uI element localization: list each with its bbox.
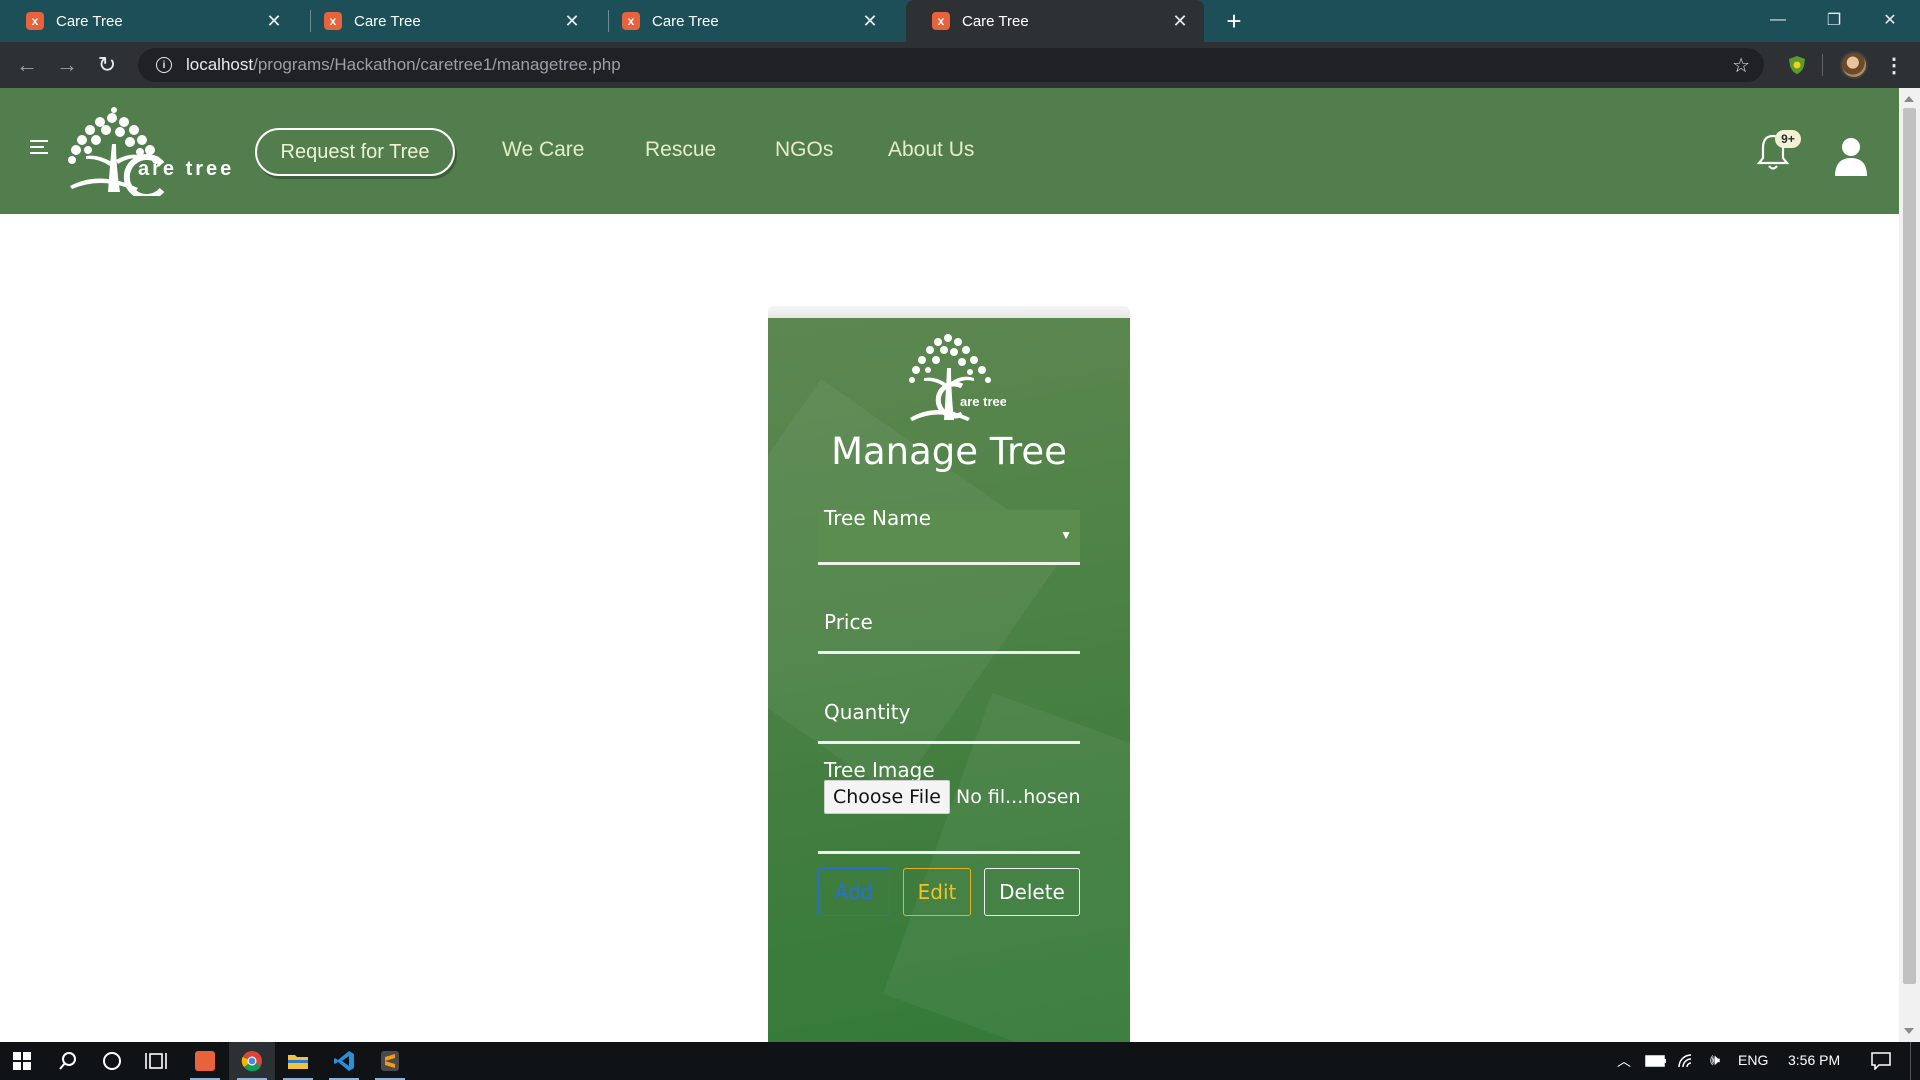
nav-link-ngos[interactable]: NGOs: [775, 138, 833, 162]
shield-extension-icon[interactable]: [1787, 55, 1807, 75]
bookmark-star-icon[interactable]: ☆: [1732, 53, 1750, 78]
forward-arrow-icon[interactable]: →: [52, 50, 82, 80]
browser-tab-4-active[interactable]: x Care Tree ✕: [906, 0, 1204, 42]
tab-close-icon[interactable]: ✕: [1170, 11, 1190, 31]
xampp-favicon-icon: x: [324, 12, 342, 30]
tray-expand-icon[interactable]: ︿: [1614, 1042, 1634, 1080]
window-close-icon[interactable]: ✕: [1862, 0, 1918, 40]
browser-tab-3[interactable]: x Care Tree ✕: [596, 0, 894, 42]
field-underline: [818, 851, 1080, 854]
care-tree-card-logo: are tree: [909, 334, 1006, 421]
site-navbar: are tree Request for Tree We Care Rescue…: [0, 88, 1899, 214]
add-button[interactable]: Add: [818, 868, 890, 916]
system-clock[interactable]: 3:56 PM: [1788, 1052, 1840, 1068]
tab-close-icon[interactable]: ✕: [562, 11, 582, 31]
input-language[interactable]: ENG: [1738, 1052, 1768, 1068]
scroll-up-icon[interactable]: [1904, 96, 1914, 102]
notification-badge: 9+: [1775, 130, 1801, 148]
field-underline: [818, 562, 1080, 565]
xampp-icon: [195, 1051, 215, 1071]
battery-icon[interactable]: [1644, 1042, 1668, 1080]
url-host: localhost: [186, 55, 254, 74]
windows-taskbar: ︿ 🕪 ENG 3:56 PM: [0, 1042, 1920, 1080]
tree-image-label: Tree Image: [824, 758, 935, 782]
tree-name-select[interactable]: Tree Name ▼: [818, 506, 1080, 565]
dropdown-arrow-icon[interactable]: ▼: [1060, 528, 1072, 542]
task-view-icon[interactable]: [134, 1042, 178, 1080]
request-for-tree-button[interactable]: Request for Tree: [255, 128, 455, 176]
address-bar-input[interactable]: i localhost/programs/Hackathon/caretree1…: [138, 48, 1764, 82]
browser-toolbar: ← → ↻ i localhost/programs/Hackathon/car…: [0, 42, 1920, 88]
hamburger-menu-icon[interactable]: [30, 140, 48, 154]
price-field[interactable]: Price: [818, 608, 1080, 654]
site-info-icon[interactable]: i: [156, 57, 172, 73]
taskbar-file-explorer-app[interactable]: [275, 1042, 321, 1080]
vscode-icon: [334, 1051, 354, 1071]
search-icon[interactable]: [46, 1042, 90, 1080]
field-underline: [818, 741, 1080, 744]
browser-tab-1[interactable]: x Care Tree ✕: [0, 0, 298, 42]
volume-icon[interactable]: 🕪: [1704, 1042, 1726, 1080]
tab-title: Care Tree: [652, 12, 719, 30]
browser-tabstrip: x Care Tree ✕ x Care Tree ✕ x Care Tree …: [0, 0, 1920, 42]
taskbar-vscode-app[interactable]: [321, 1042, 367, 1080]
scrollbar-thumb[interactable]: [1903, 108, 1916, 984]
xampp-favicon-icon: x: [26, 12, 44, 30]
windows-start-icon[interactable]: [0, 1042, 44, 1080]
taskbar-sublime-app[interactable]: [367, 1042, 413, 1080]
chrome-icon: [241, 1051, 262, 1072]
folder-icon: [288, 1055, 308, 1069]
field-underline: [818, 651, 1080, 654]
new-tab-button[interactable]: +: [1220, 6, 1248, 36]
toolbar-divider: [1822, 54, 1823, 76]
tab-title: Care Tree: [962, 12, 1029, 30]
wifi-icon[interactable]: [1676, 1042, 1698, 1080]
taskbar-chrome-app[interactable]: [229, 1042, 275, 1080]
browser-menu-icon[interactable]: ⋮: [1884, 53, 1904, 77]
back-arrow-icon[interactable]: ←: [12, 50, 42, 80]
price-label: Price: [824, 610, 873, 634]
show-desktop-strip[interactable]: [1910, 1042, 1911, 1080]
nav-link-about-us[interactable]: About Us: [888, 138, 974, 162]
tab-close-icon[interactable]: ✕: [860, 11, 880, 31]
sublime-text-icon: [381, 1051, 399, 1071]
taskbar-xampp-app[interactable]: [182, 1042, 228, 1080]
manage-tree-card: are tree Manage Tree Tree Name ▼ Price Q…: [768, 318, 1130, 1042]
tab-title: Care Tree: [354, 12, 421, 30]
brand-wordmark: are tree: [138, 158, 235, 180]
choose-file-button[interactable]: Choose File: [824, 780, 950, 814]
card-logo-wordmark: are tree: [960, 394, 1006, 409]
xampp-favicon-icon: x: [932, 12, 950, 30]
reload-icon[interactable]: ↻: [92, 50, 122, 80]
action-center-icon[interactable]: [1866, 1042, 1896, 1080]
file-status-text: No fil...hosen: [956, 786, 1081, 808]
page-title: Manage Tree: [831, 430, 1067, 473]
minimize-icon[interactable]: —: [1750, 0, 1806, 40]
scroll-down-icon[interactable]: [1904, 1028, 1914, 1034]
quantity-label: Quantity: [824, 700, 911, 724]
browser-tab-2[interactable]: x Care Tree ✕: [298, 0, 596, 42]
nav-link-we-care[interactable]: We Care: [502, 138, 584, 162]
edit-button[interactable]: Edit: [903, 868, 971, 916]
restore-icon[interactable]: ❐: [1806, 0, 1862, 40]
url-path: /programs/Hackathon/caretree1/managetree…: [253, 55, 621, 74]
quantity-field[interactable]: Quantity: [818, 698, 1080, 744]
profile-avatar[interactable]: [1840, 51, 1868, 79]
xampp-favicon-icon: x: [622, 12, 640, 30]
delete-button[interactable]: Delete: [984, 868, 1080, 916]
user-profile-icon[interactable]: [1833, 136, 1869, 176]
tab-title: Care Tree: [56, 12, 123, 30]
page-scrollbar[interactable]: [1899, 88, 1920, 1042]
nav-link-rescue[interactable]: Rescue: [645, 138, 716, 162]
care-tree-logo[interactable]: [50, 104, 240, 196]
tree-name-label: Tree Name: [824, 506, 932, 530]
tab-close-icon[interactable]: ✕: [264, 11, 284, 31]
cortana-icon[interactable]: [90, 1042, 134, 1080]
